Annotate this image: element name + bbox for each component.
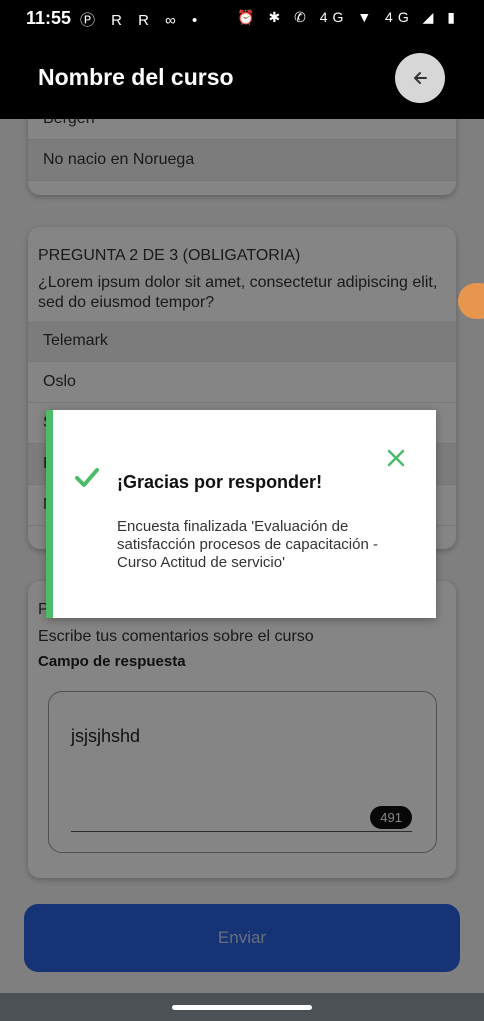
toast-accent-bar bbox=[46, 410, 53, 618]
system-icons: ⏰ ✱ ✆ 4G ▼ 4G ◢ ▮ bbox=[237, 9, 460, 25]
arrow-left-icon bbox=[414, 72, 427, 84]
toast-title: ¡Gracias por responder! bbox=[117, 472, 323, 492]
status-time: 11:55 bbox=[26, 8, 72, 28]
navigation-bar bbox=[0, 993, 484, 1021]
checkmark-icon bbox=[75, 468, 99, 487]
app-bar: Nombre del curso bbox=[0, 36, 484, 119]
notification-icons: Ⓟ R R ∞ • bbox=[80, 12, 204, 29]
page-title: Nombre del curso bbox=[38, 64, 234, 90]
success-toast: ¡Gracias por responder! Encuesta finaliz… bbox=[46, 410, 436, 618]
close-icon[interactable] bbox=[384, 446, 408, 470]
back-button[interactable] bbox=[395, 53, 445, 103]
home-handle[interactable] bbox=[172, 1005, 312, 1010]
status-bar: 11:55 Ⓟ R R ∞ • ⏰ ✱ ✆ 4G ▼ 4G ◢ ▮ bbox=[0, 0, 484, 36]
toast-message: Encuesta finalizada 'Evaluación de satis… bbox=[117, 518, 378, 571]
